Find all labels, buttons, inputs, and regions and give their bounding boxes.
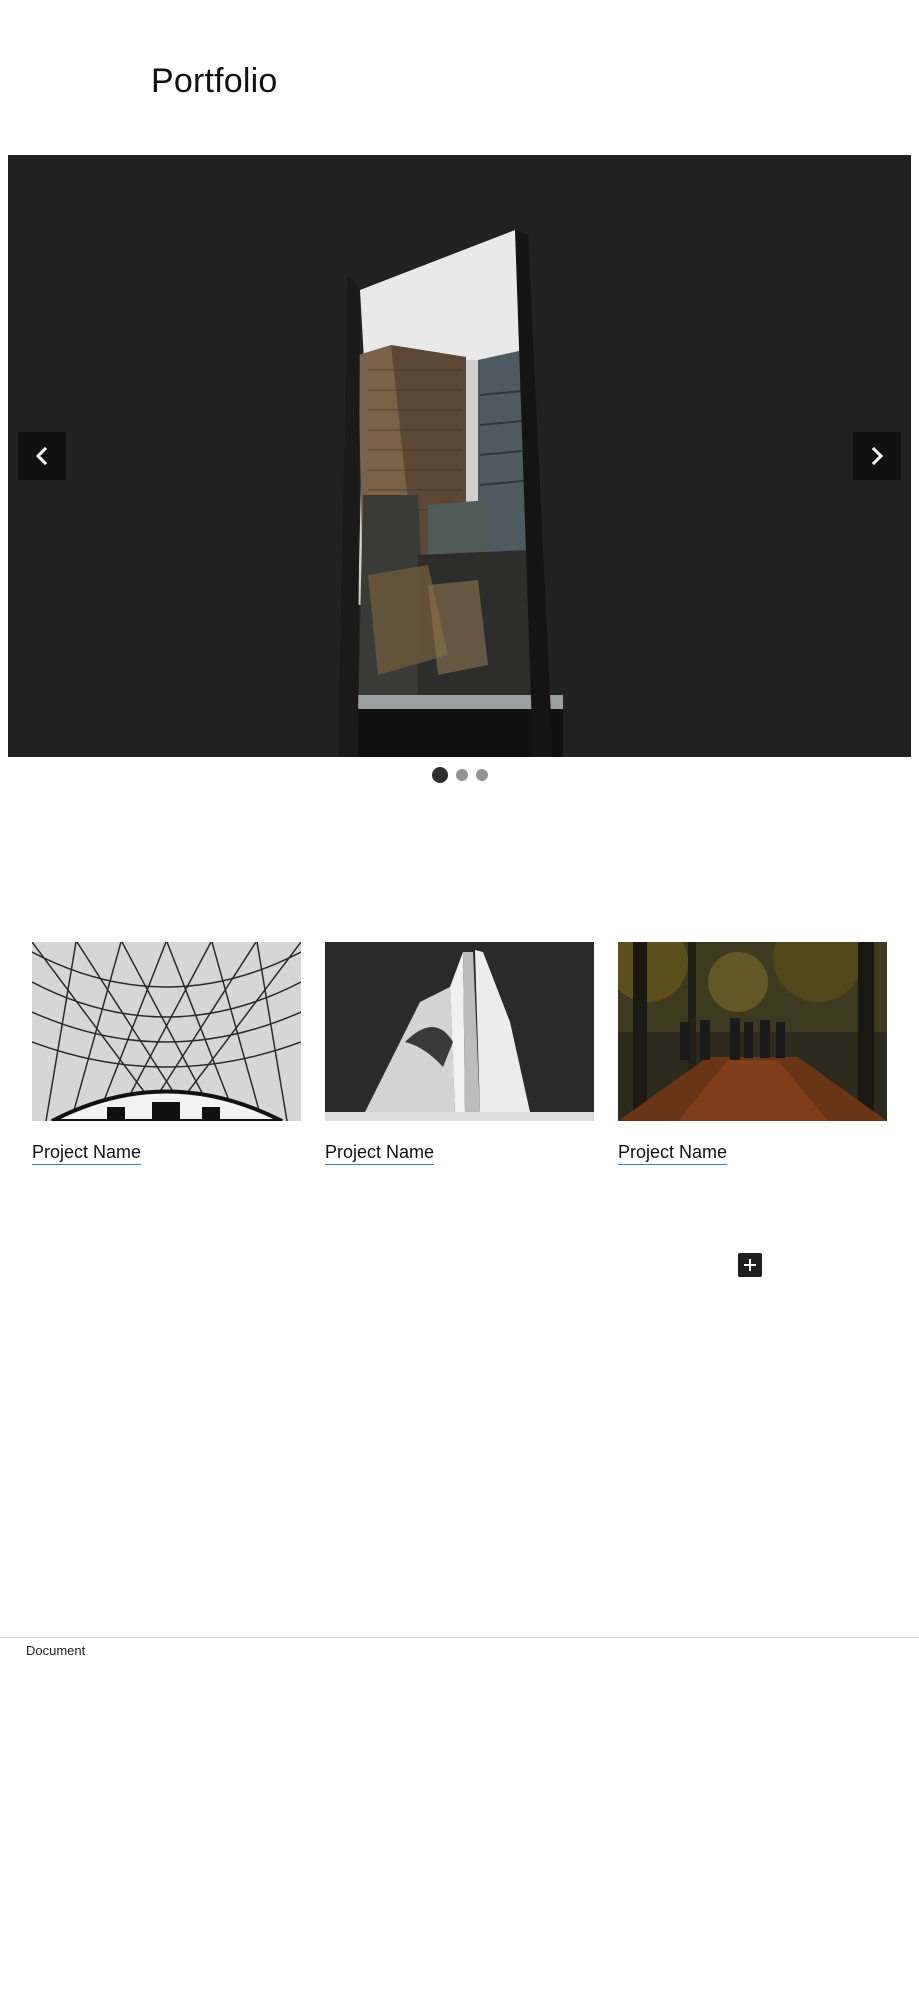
chevron-left-icon bbox=[35, 446, 48, 466]
slide-dot-2[interactable] bbox=[455, 769, 468, 781]
slideshow-pagination bbox=[0, 767, 919, 783]
plus-icon bbox=[744, 1259, 756, 1271]
slide-dot-3[interactable] bbox=[475, 769, 488, 781]
project-title-link[interactable]: Project Name bbox=[618, 1141, 728, 1165]
page-title: Portfolio bbox=[151, 62, 278, 100]
slideshow-prev-button[interactable] bbox=[18, 432, 66, 480]
slide-dot-1[interactable] bbox=[431, 767, 448, 783]
white-concrete-building-image[interactable] bbox=[325, 942, 594, 1121]
project-card: Project Name bbox=[32, 942, 301, 1165]
editor-footer-divider bbox=[0, 1637, 919, 1638]
block-breadcrumb[interactable]: Document bbox=[26, 1643, 85, 1658]
slide-image-city-towers bbox=[8, 155, 911, 757]
chevron-right-icon bbox=[871, 446, 884, 466]
project-title-link[interactable]: Project Name bbox=[32, 1141, 142, 1165]
slideshow bbox=[8, 155, 911, 757]
project-card: Project Name bbox=[618, 942, 887, 1165]
autumn-forest-walkers-image[interactable] bbox=[618, 942, 887, 1121]
slideshow-next-button[interactable] bbox=[853, 432, 901, 480]
project-card: Project Name bbox=[325, 942, 594, 1165]
glass-dome-roof-image[interactable] bbox=[32, 942, 301, 1121]
project-title-link[interactable]: Project Name bbox=[325, 1141, 435, 1165]
add-block-button[interactable] bbox=[738, 1253, 762, 1277]
